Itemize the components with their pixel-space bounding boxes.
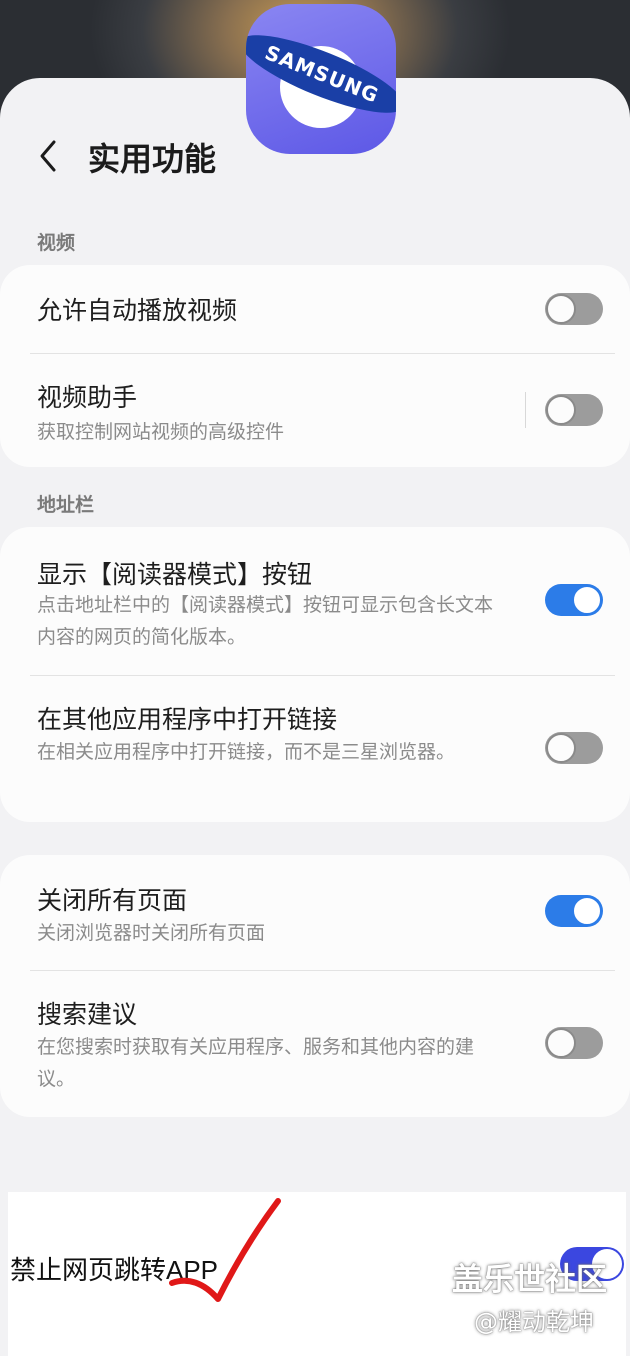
row-title: 视频助手 <box>37 383 138 412</box>
toggle-knob <box>572 896 602 926</box>
card-video: 允许自动播放视频 视频助手 获取控制网站视频的高级控件 <box>0 265 630 467</box>
toggle-close-all-pages[interactable] <box>545 895 603 927</box>
row-title: 允许自动播放视频 <box>37 296 238 325</box>
row-title: 搜索建议 <box>37 1000 138 1029</box>
row-subtitle: 关闭浏览器时关闭所有页面 <box>37 922 266 944</box>
watermark-author: @耀动乾坤 <box>474 1308 594 1336</box>
card-address-bar: 显示【阅读器模式】按钮 点击地址栏中的【阅读器模式】按钮可显示包含长文本内容的网… <box>0 527 630 822</box>
toggle-knob <box>546 1028 576 1058</box>
row-title: 关闭所有页面 <box>37 886 188 915</box>
setting-row-search-suggestions[interactable]: 搜索建议 在您搜索时获取有关应用程序、服务和其他内容的建议。 <box>0 971 630 1117</box>
setting-row-open-links-in-apps[interactable]: 在其他应用程序中打开链接 在相关应用程序中打开链接，而不是三星浏览器。 <box>0 676 630 822</box>
row-subtitle: 在相关应用程序中打开链接，而不是三星浏览器。 <box>37 741 456 763</box>
toggle-search-suggestions[interactable] <box>545 1027 603 1059</box>
watermark-community: 盖乐世社区 <box>452 1262 607 1298</box>
logo-text: SAMSUNG <box>261 40 383 108</box>
section-label-video: 视频 <box>37 232 76 254</box>
toggle-autoplay-video[interactable] <box>545 293 603 325</box>
setting-row-video-assistant[interactable]: 视频助手 获取控制网站视频的高级控件 <box>0 354 630 467</box>
toggle-open-links-in-apps[interactable] <box>545 732 603 764</box>
card-other: 关闭所有页面 关闭浏览器时关闭所有页面 搜索建议 在您搜索时获取有关应用程序、服… <box>0 855 630 1117</box>
toggle-knob <box>546 395 576 425</box>
red-checkmark-icon <box>169 1198 281 1302</box>
toggle-knob <box>572 585 602 615</box>
back-arrow-icon[interactable] <box>30 136 70 176</box>
samsung-internet-logo: SAMSUNG <box>246 4 396 154</box>
setting-row-autoplay-video[interactable]: 允许自动播放视频 <box>0 265 630 353</box>
row-subtitle: 在您搜索时获取有关应用程序、服务和其他内容的建议。 <box>37 1036 475 1090</box>
row-subtitle: 点击地址栏中的【阅读器模式】按钮可显示包含长文本内容的网页的简化版本。 <box>37 594 494 648</box>
toggle-knob <box>546 294 576 324</box>
vertical-separator <box>525 392 526 428</box>
section-label-address-bar: 地址栏 <box>37 494 95 516</box>
setting-row-close-all-pages[interactable]: 关闭所有页面 关闭浏览器时关闭所有页面 <box>0 855 630 970</box>
page-title: 实用功能 <box>88 140 217 178</box>
toggle-knob <box>546 733 576 763</box>
row-subtitle: 获取控制网站视频的高级控件 <box>37 421 285 443</box>
row-title: 显示【阅读器模式】按钮 <box>37 560 313 589</box>
toggle-reader-mode[interactable] <box>545 584 603 616</box>
toggle-video-assistant[interactable] <box>545 394 603 426</box>
row-title: 在其他应用程序中打开链接 <box>37 705 338 734</box>
setting-row-reader-mode[interactable]: 显示【阅读器模式】按钮 点击地址栏中的【阅读器模式】按钮可显示包含长文本内容的网… <box>0 527 630 675</box>
